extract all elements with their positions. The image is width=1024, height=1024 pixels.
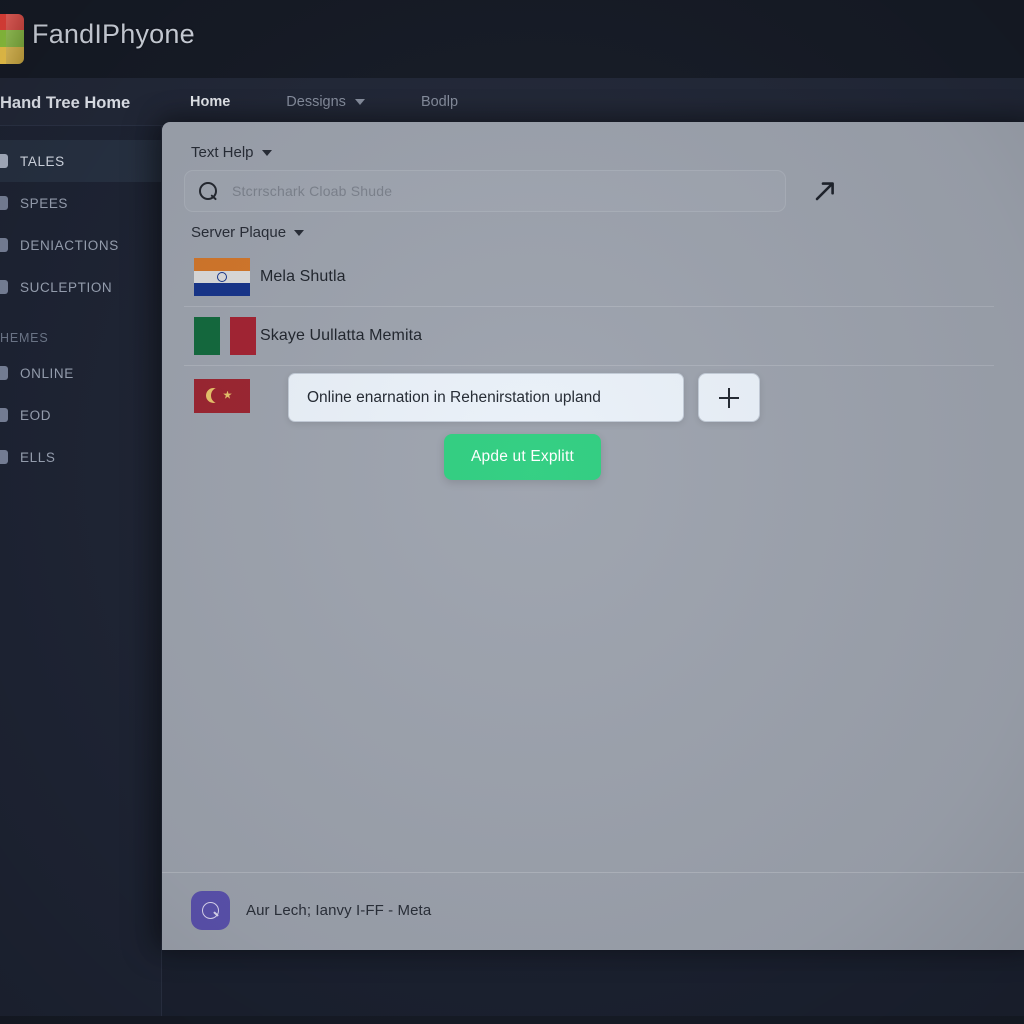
footer-text: Aur Lech; Ianvy I-FF - Meta: [246, 902, 432, 919]
list-item-label: Mela Shutla: [260, 268, 346, 285]
user-badge-icon[interactable]: [191, 891, 230, 930]
nav-home-title: Hand Tree Home: [0, 94, 131, 112]
italy-flag-icon-red-band: [230, 317, 256, 355]
screen-root: FandIPhyone Hand Tree Home Home Dessigns…: [0, 0, 1024, 1024]
sidebar-item-label: DENIACTIONS: [20, 237, 119, 253]
square-icon: [0, 450, 8, 464]
chevron-down-icon: [261, 149, 272, 156]
search-icon: [199, 181, 218, 201]
square-icon: [0, 238, 8, 252]
sidebar-item-online[interactable]: ONLINE: [0, 352, 161, 394]
tab-dessigns[interactable]: Dessigns: [286, 78, 387, 126]
inline-edit-input[interactable]: Online enarnation in Rehenirstation upla…: [288, 373, 684, 422]
modal-panel: Text Help Stcrrschark Cloab Shude Server…: [162, 122, 1024, 950]
sidebar: TALES SPEES DENIACTIONS SUCLEPTION HEMES…: [0, 126, 162, 1016]
modal-footer: Aur Lech; Ianvy I-FF - Meta: [162, 872, 1024, 950]
list-item[interactable]: Mela Shutla: [184, 248, 994, 307]
tab-home-label: Home: [190, 94, 231, 110]
add-row-button[interactable]: [698, 373, 760, 422]
brand-name: FandIPhyone: [32, 19, 195, 49]
tab-dessigns-label: Dessigns: [286, 94, 346, 110]
search-row: Stcrrschark Cloab Shude: [184, 170, 994, 214]
sidebar-item-ells[interactable]: ELLS: [0, 436, 161, 478]
sidebar-item-label: EOD: [20, 407, 52, 423]
plus-icon: [719, 387, 739, 408]
square-icon: [0, 196, 8, 210]
sidebar-item-label: TALES: [20, 153, 65, 169]
arrow-up-right-icon[interactable]: [810, 176, 840, 206]
flag-cell: [184, 317, 260, 355]
server-plaque-dropdown[interactable]: Server Plaque: [191, 224, 305, 241]
text-help-dropdown[interactable]: Text Help: [191, 144, 272, 161]
list-item-editing[interactable]: Online enarnation in Rehenirstation upla…: [184, 366, 994, 425]
flag-cell: [184, 378, 260, 413]
chevron-down-icon: [354, 99, 365, 105]
square-icon: [0, 408, 8, 422]
sidebar-group-label: HEMES: [0, 331, 49, 345]
sidebar-item-deniactions[interactable]: DENIACTIONS: [0, 224, 161, 266]
turkey-flag-icon: [194, 378, 250, 413]
sidebar-item-tales[interactable]: TALES: [0, 140, 161, 182]
search-placeholder: Stcrrschark Cloab Shude: [232, 183, 393, 199]
india-flag-icon: [194, 258, 250, 296]
brand-bar: FandIPhyone: [0, 0, 1024, 78]
search-input[interactable]: Stcrrschark Cloab Shude: [184, 170, 786, 212]
list-item-label: Skaye Uullatta Memita: [260, 327, 423, 344]
apply-explitt-button[interactable]: Apde ut Explitt: [444, 434, 601, 480]
italy-flag-icon: [194, 317, 220, 355]
layered-blocks-logo-icon: [0, 14, 24, 64]
flag-cell: [184, 258, 260, 296]
sidebar-item-label: SUCLEPTION: [20, 279, 113, 295]
sidebar-item-label: ONLINE: [20, 365, 74, 381]
sidebar-item-spees[interactable]: SPEES: [0, 182, 161, 224]
sidebar-item-label: SPEES: [20, 195, 69, 211]
tab-bodlp-label: Bodlp: [420, 94, 459, 110]
country-list: Mela Shutla Skaye Uullatta Memita Online…: [184, 248, 994, 425]
square-icon: [0, 154, 8, 168]
tab-bodlp[interactable]: Bodlp: [421, 78, 480, 126]
sidebar-item-eod[interactable]: EOD: [0, 394, 161, 436]
nav-tabs: Home Dessigns Bodlp: [183, 78, 514, 126]
list-item[interactable]: Skaye Uullatta Memita: [184, 307, 994, 366]
text-help-label: Text Help: [191, 144, 254, 161]
chevron-down-icon: [294, 229, 305, 236]
sidebar-item-label: ELLS: [20, 449, 56, 465]
square-icon: [0, 366, 8, 380]
tab-home[interactable]: Home: [183, 78, 252, 126]
square-icon: [0, 280, 8, 294]
server-plaque-label: Server Plaque: [191, 224, 287, 241]
sidebar-item-sucleption[interactable]: SUCLEPTION: [0, 266, 161, 308]
